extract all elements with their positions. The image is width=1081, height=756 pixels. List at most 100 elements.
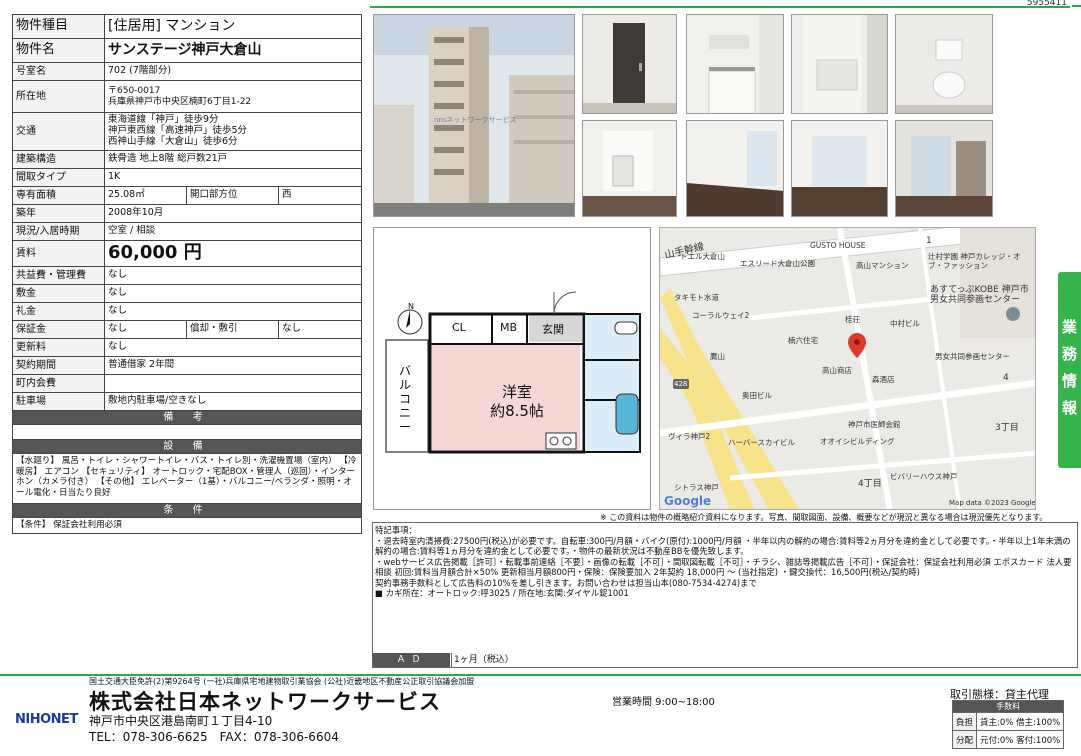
address-label: 所在地 [12, 80, 105, 113]
shokyaku-label: 償却・敷引 [186, 320, 279, 339]
built-label: 築年 [12, 204, 105, 223]
row-address: 所在地 〒650-0017 兵庫県神戸市中央区楠町6丁目1-22 [12, 80, 362, 113]
company-logo: NIHONET [15, 712, 78, 727]
row-parking: 駐車場 敷地内駐車場/空きなし [12, 392, 362, 411]
remarks-header: 備 考 [12, 410, 362, 425]
area-label: 専有面積 [12, 186, 105, 205]
row-shikikin: 敷金 なし [12, 284, 362, 303]
map-label-27: 4 [1003, 373, 1009, 383]
google-logo: Google [664, 494, 712, 508]
town-label: 町内会費 [12, 374, 105, 393]
parking-label: 駐車場 [12, 392, 105, 411]
built-value: 2008年10月 [104, 204, 362, 223]
remarks-body [12, 424, 362, 440]
map-label-12: 男女共同参画センター [935, 352, 1010, 361]
reikin-label: 礼金 [12, 302, 105, 321]
photo-room-2[interactable] [791, 120, 888, 217]
map-label-3: GUSTO HOUSE [810, 241, 866, 250]
name-label: 物件名 [12, 38, 105, 63]
fee-header: 手数料 [951, 700, 1065, 713]
parking-value: 敷地内駐車場/空きなし [104, 392, 362, 411]
page: 5955411 物件種目 [住居用] マンション 物件名 サンステージ神戸大倉山 号… [0, 0, 1081, 756]
address-value: 〒650-0017 兵庫県神戸市中央区楠町6丁目1-22 [104, 80, 362, 113]
row-area: 専有面積 25.08㎡ 開口部方位西 [12, 186, 362, 205]
map-label-8: コーラルウェイ2 [692, 311, 750, 320]
status-value: 空室 / 相談 [104, 222, 362, 241]
type-label: 物件種目 [12, 14, 105, 39]
row-name: 物件名 サンステージ神戸大倉山 [12, 38, 362, 63]
town-value [104, 374, 362, 393]
company-address: 神戸市中央区港島南町１丁目4-10 [89, 714, 273, 728]
reikin-value: なし [104, 302, 362, 321]
balcony-label: バルコニー [399, 364, 412, 434]
status-label: 現況/入居時期 [12, 222, 105, 241]
map-label-10: 中村ビル [890, 319, 920, 328]
split-value: 元付:0% 客付:100% [976, 730, 1065, 749]
map-label-20: ハーバースカイビル [728, 438, 796, 447]
row-common: 共益費・管理費 なし [12, 266, 362, 285]
photo-watermark: nnsネットワークサービス [434, 116, 517, 124]
row-facility-header: 設 備 [12, 439, 362, 454]
top-rule [370, 6, 1070, 8]
map-label-26: 1 [926, 236, 932, 246]
ad-value: 1ヶ月（税込） [451, 653, 514, 667]
photo-kitchen[interactable] [686, 14, 784, 114]
row-remarks-header: 備 考 [12, 410, 362, 425]
burden-label: 負担 [951, 712, 978, 731]
building-photo[interactable]: nnsネットワークサービス [373, 14, 575, 217]
map-label-1: トエル大倉山 [680, 252, 725, 261]
ad-label: ＡＤ [373, 653, 450, 667]
entrance-label: 玄関 [542, 323, 564, 336]
company-phone[interactable]: TEL：078-306-6625 FAX：078-306-6604 [89, 728, 339, 745]
photo-entrance-door[interactable] [582, 14, 677, 114]
map-attribution: Map data ©2023 Google [949, 499, 1036, 507]
map-label-24: 4丁目 [858, 479, 882, 489]
photo-entry-hall[interactable] [582, 120, 677, 217]
row-hoshokin: 保証金 なし 償却・敷引 なし [12, 320, 362, 339]
business-hours: 営業時間 9:00~18:00 [612, 697, 715, 708]
opening-label: 開口部方位 [186, 186, 279, 205]
closet-label: CL [452, 321, 466, 334]
map-label-5: 辻村学園 神戸カレッジ・オブ・ファッション [928, 252, 1021, 270]
common-value: なし [104, 266, 362, 285]
row-conditions-header: 条 件 [12, 503, 362, 518]
row-built: 築年 2008年10月 [12, 204, 362, 223]
western-room-label: 洋室 [501, 383, 532, 401]
photo-toilet[interactable] [895, 14, 993, 114]
special-notes-text: 特記事項： ・退去時室内清掃費:27500円(税込)が必要です。自転車:300円… [375, 525, 1072, 598]
reference-number: 5955411 [1026, 0, 1067, 8]
photo-balcony[interactable] [895, 120, 993, 217]
map-label-4: 高山マンション [856, 261, 909, 270]
rent-label: 賃料 [12, 240, 105, 267]
photo-washroom[interactable] [791, 14, 888, 114]
special-notes-box: 特記事項： ・退去時室内清掃費:27500円(税込)が必要です。自転車:300円… [372, 522, 1078, 668]
meter-box-label: MB [500, 321, 518, 334]
map-label-22: 3丁目 [995, 423, 1019, 433]
photo-room-1[interactable] [686, 120, 784, 217]
map-label-18: 神戸市医師会館 [848, 420, 901, 429]
structure-label: 建築構造 [12, 150, 105, 169]
shikikin-label: 敷金 [12, 284, 105, 303]
hoshokin-label: 保証金 [12, 320, 105, 339]
map-label-15: 森酒店 [872, 375, 895, 384]
facility-text: 【水廻り】 風呂・トイレ・シャワートイレ・バス・トイレ別・洗濯機置場（室内） 【… [12, 453, 362, 504]
contract-label: 契約期間 [12, 356, 105, 375]
hoshokin-value: なし [104, 320, 187, 339]
row-remarks [12, 424, 362, 440]
business-info-tab[interactable]: 業務情報 [1058, 272, 1081, 468]
renewal-label: 更新料 [12, 338, 105, 357]
opening-value: 西 [278, 186, 362, 205]
map-label-21: オオイシビルディング [820, 437, 895, 446]
area-value: 25.08㎡ [104, 186, 187, 205]
transport-label: 交通 [12, 112, 105, 151]
type-value: [住居用] マンション [104, 14, 362, 39]
transport-value: 東海道線「神戸」徒歩9分 神戸東西線「高速神戸」徒歩5分 西神山手線「大倉山」徒… [104, 112, 362, 151]
row-town: 町内会費 [12, 374, 362, 393]
row-transport: 交通 東海道線「神戸」徒歩9分 神戸東西線「高速神戸」徒歩5分 西神山手線「大倉山… [12, 112, 362, 151]
floor-plan[interactable]: N CL MB 玄関 洋室 約8.5帖 バルコニー [373, 227, 651, 510]
map-label-17: 奥田ビル [742, 391, 772, 400]
layout-value: 1K [104, 168, 362, 187]
row-layout: 間取タイプ 1K [12, 168, 362, 187]
structure-value: 鉄骨造 地上8階 総戸数21戸 [104, 150, 362, 169]
location-map[interactable]: 山手幹線 トエル大倉山 エスリード大倉山公園 GUSTO HOUSE 高山マンシ… [659, 227, 1036, 510]
